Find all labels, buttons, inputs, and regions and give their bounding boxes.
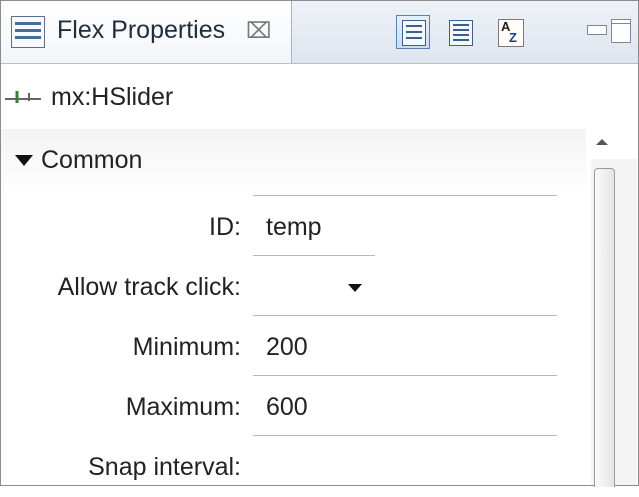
chevron-down-icon[interactable] (348, 284, 362, 292)
properties-view-icon (11, 16, 45, 48)
property-row-minimum: Minimum: 200 (1, 315, 586, 377)
id-field[interactable]: temp (266, 213, 322, 242)
id-label: ID: (209, 213, 241, 241)
snap-interval-field-border (253, 435, 557, 436)
property-row-snap-interval: Snap interval: (1, 435, 586, 497)
expand-triangle-icon[interactable] (15, 155, 33, 166)
minimum-field-border (253, 315, 557, 316)
minimum-field[interactable]: 200 (266, 333, 308, 362)
category-view-button[interactable] (443, 15, 477, 49)
tab-title: Flex Properties (57, 16, 226, 44)
property-row-maximum: Maximum: 600 (1, 375, 586, 437)
allow-track-click-border (253, 255, 375, 256)
az-label-z: Z (509, 30, 517, 45)
maximum-field-border (253, 375, 557, 376)
minimum-label: Minimum: (132, 333, 241, 361)
maximum-field[interactable]: 600 (266, 393, 308, 422)
section-common-label: Common (41, 146, 143, 174)
maximize-icon[interactable] (611, 19, 631, 43)
standard-view-icon (402, 20, 426, 46)
alphabetical-view-icon: A Z (498, 19, 524, 47)
category-view-icon (449, 20, 473, 46)
scroll-up-icon[interactable] (596, 139, 608, 145)
alphabetical-view-button[interactable]: A Z (493, 15, 527, 49)
component-type-label: mx:HSlider (51, 83, 174, 111)
property-row-allow-track-click: Allow track click: (1, 255, 586, 317)
scrollbar-thumb[interactable] (594, 168, 615, 487)
tab-flex-properties[interactable]: Flex Properties ⌧ (1, 1, 292, 63)
section-common-header[interactable]: Common (1, 129, 586, 195)
snap-interval-label: Snap interval: (88, 453, 241, 481)
maximum-label: Maximum: (125, 393, 241, 421)
id-field-border (253, 195, 557, 196)
view-tab-bar: Flex Properties ⌧ A Z (1, 1, 638, 64)
standard-view-button[interactable] (396, 15, 430, 49)
property-row-id: ID: temp (1, 195, 586, 257)
close-icon[interactable]: ⌧ (246, 18, 271, 44)
allow-track-click-label: Allow track click: (57, 273, 241, 301)
flex-properties-panel: Flex Properties ⌧ A Z mx:HSlider Common … (0, 0, 639, 487)
minimize-icon[interactable] (587, 25, 607, 35)
hslider-icon (5, 91, 41, 103)
